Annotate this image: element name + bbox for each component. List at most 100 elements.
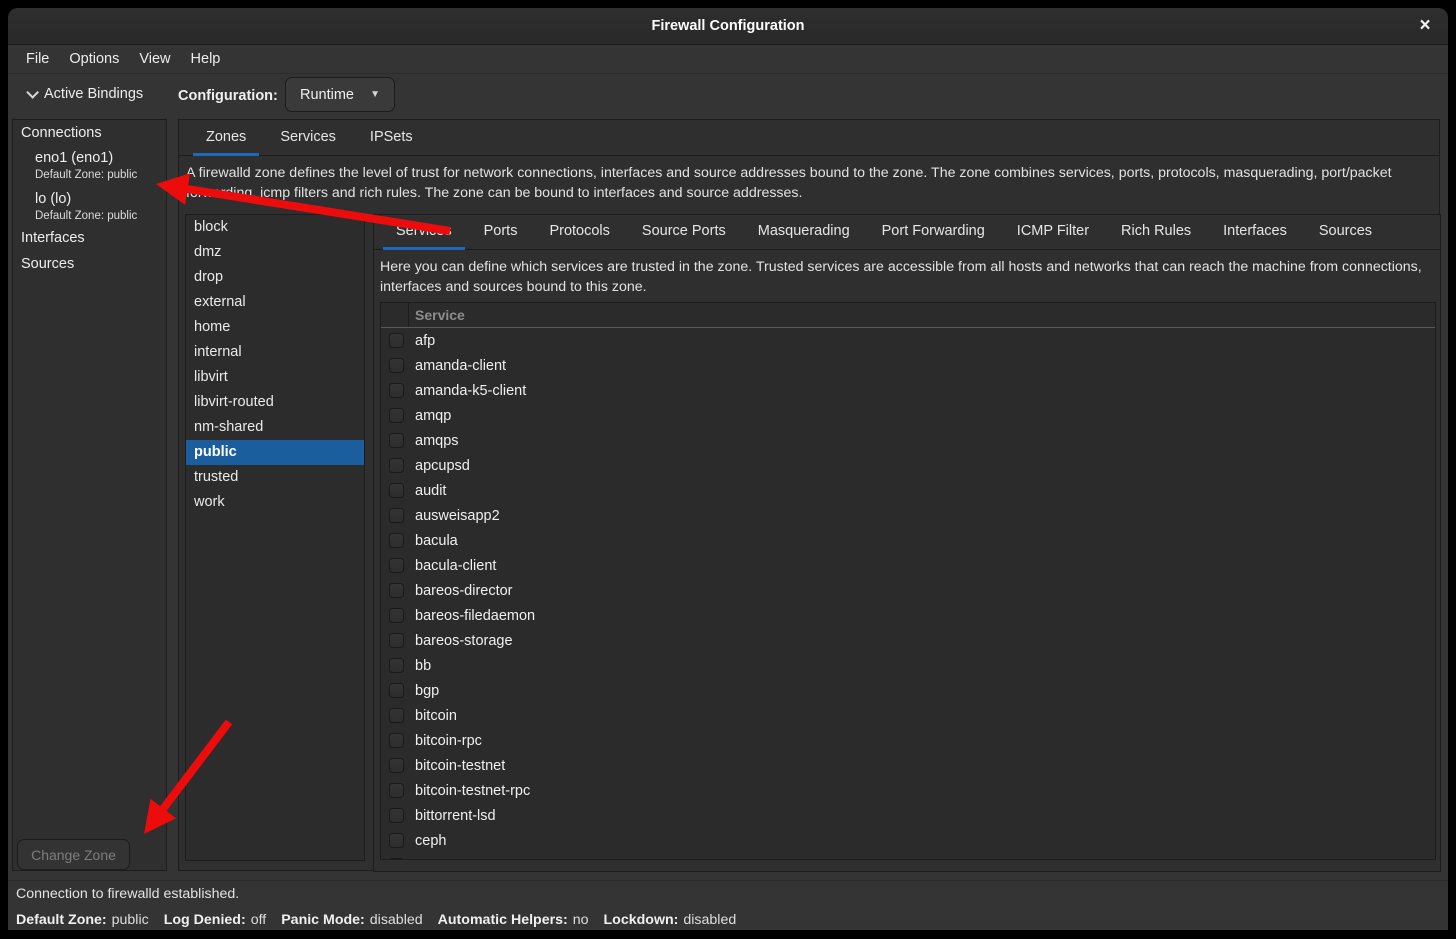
zone-item-libvirt[interactable]: libvirt — [186, 365, 364, 390]
service-name: bgp — [415, 683, 439, 699]
sidebar-item-sources[interactable]: Sources — [21, 254, 74, 274]
footer-value: no — [573, 912, 589, 928]
footer-value: public — [112, 912, 149, 928]
menu-help[interactable]: Help — [185, 49, 227, 69]
zone-item-drop[interactable]: drop — [186, 265, 364, 290]
zone-item-public[interactable]: public — [186, 440, 364, 465]
active-bindings-toggle[interactable]: Active Bindings — [26, 86, 143, 102]
table-row: bacula-client — [381, 553, 1435, 578]
zone-item-libvirt-routed[interactable]: libvirt-routed — [186, 390, 364, 415]
footer-value: off — [251, 912, 267, 928]
service-name: amanda-k5-client — [415, 383, 526, 399]
window-title: Firewall Configuration — [8, 8, 1448, 45]
connection-item[interactable]: lo (lo)Default Zone: public — [35, 189, 137, 224]
zone-tab-rich-rules[interactable]: Rich Rules — [1105, 215, 1207, 250]
service-checkbox[interactable] — [389, 558, 404, 573]
footer-statusline: Default Zone:publicLog Denied:offPanic M… — [8, 909, 1448, 930]
service-checkbox[interactable] — [389, 583, 404, 598]
service-checkbox[interactable] — [389, 833, 404, 848]
service-checkbox[interactable] — [389, 633, 404, 648]
zone-tab-masquerading[interactable]: Masquerading — [742, 215, 866, 250]
service-checkbox[interactable] — [389, 383, 404, 398]
service-checkbox[interactable] — [389, 358, 404, 373]
main-panel: ZonesServicesIPSets A firewalld zone def… — [178, 119, 1440, 871]
zone-item-dmz[interactable]: dmz — [186, 240, 364, 265]
table-row: bitcoin — [381, 703, 1435, 728]
zone-tab-protocols[interactable]: Protocols — [533, 215, 625, 250]
zone-item-external[interactable]: external — [186, 290, 364, 315]
tab-services[interactable]: Services — [263, 120, 353, 156]
service-checkbox[interactable] — [389, 483, 404, 498]
zone-tab-source-ports[interactable]: Source Ports — [626, 215, 742, 250]
toolbar-row: Active Bindings Configuration: Runtime ▼ — [8, 74, 1448, 119]
service-checkbox[interactable] — [389, 408, 404, 423]
zone-tab-interfaces[interactable]: Interfaces — [1207, 215, 1303, 250]
service-name: bitcoin-rpc — [415, 733, 482, 749]
service-checkbox[interactable] — [389, 533, 404, 548]
connection-item[interactable]: eno1 (eno1)Default Zone: public — [35, 148, 137, 183]
close-icon[interactable]: × — [1410, 12, 1440, 42]
titlebar[interactable]: Firewall Configuration × — [8, 8, 1448, 45]
connection-default-zone: Default Zone: public — [35, 168, 137, 183]
zone-item-internal[interactable]: internal — [186, 340, 364, 365]
tab-ipsets[interactable]: IPSets — [353, 120, 430, 156]
service-checkbox[interactable] — [389, 608, 404, 623]
menu-options[interactable]: Options — [63, 49, 125, 69]
footer-item: Log Denied:off — [164, 912, 267, 928]
zone-item-nm-shared[interactable]: nm-shared — [186, 415, 364, 440]
service-checkbox[interactable] — [389, 683, 404, 698]
table-row: bacula — [381, 528, 1435, 553]
zone-item-home[interactable]: home — [186, 315, 364, 340]
statusbar: Connection to firewalld established. — [8, 880, 1448, 906]
service-checkbox[interactable] — [389, 758, 404, 773]
service-checkbox[interactable] — [389, 733, 404, 748]
footer-item: Automatic Helpers:no — [438, 912, 589, 928]
tab-zones[interactable]: Zones — [189, 120, 263, 156]
connection-name: eno1 (eno1) — [35, 148, 137, 168]
service-name: ceph — [415, 833, 446, 849]
configuration-dropdown[interactable]: Runtime ▼ — [285, 77, 395, 112]
table-row: bareos-director — [381, 578, 1435, 603]
change-zone-button[interactable]: Change Zone — [17, 839, 130, 870]
table-row: bittorrent-lsd — [381, 803, 1435, 828]
zone-tabbar: ServicesPortsProtocolsSource PortsMasque… — [374, 215, 1440, 250]
service-name: bareos-director — [415, 583, 513, 599]
service-checkbox[interactable] — [389, 708, 404, 723]
table-row: bitcoin-rpc — [381, 728, 1435, 753]
status-message: Connection to firewalld established. — [16, 886, 239, 902]
service-checkbox[interactable] — [389, 858, 404, 860]
service-checkbox[interactable] — [389, 808, 404, 823]
menu-file[interactable]: File — [20, 49, 55, 69]
table-row: ausweisapp2 — [381, 503, 1435, 528]
service-checkbox[interactable] — [389, 458, 404, 473]
service-checkbox[interactable] — [389, 333, 404, 348]
zone-tab-services[interactable]: Services — [380, 215, 468, 250]
service-column-header[interactable]: Service — [381, 303, 1435, 328]
zone-item-trusted[interactable]: trusted — [186, 465, 364, 490]
zone-tab-ports[interactable]: Ports — [468, 215, 534, 250]
zone-tab-port-forwarding[interactable]: Port Forwarding — [866, 215, 1001, 250]
service-name: bitcoin — [415, 708, 457, 724]
service-name: afp — [415, 333, 435, 349]
zone-tab-sources[interactable]: Sources — [1303, 215, 1388, 250]
service-checkbox[interactable] — [389, 783, 404, 798]
zone-item-work[interactable]: work — [186, 490, 364, 515]
service-name: bacula — [415, 533, 458, 549]
zone-tab-icmp-filter[interactable]: ICMP Filter — [1001, 215, 1105, 250]
zone-item-block[interactable]: block — [186, 215, 364, 240]
footer-item: Panic Mode:disabled — [281, 912, 422, 928]
sidebar-item-interfaces[interactable]: Interfaces — [21, 228, 85, 248]
chevron-down-icon — [26, 86, 39, 99]
menu-view[interactable]: View — [133, 49, 176, 69]
footer-value: disabled — [683, 912, 736, 928]
service-checkbox[interactable] — [389, 658, 404, 673]
sidebar-item-connections[interactable]: Connections — [21, 123, 102, 143]
service-name: ausweisapp2 — [415, 508, 500, 524]
services-description: Here you can define which services are t… — [380, 258, 1430, 297]
service-checkbox[interactable] — [389, 433, 404, 448]
service-checkbox[interactable] — [389, 508, 404, 523]
table-row: amqp — [381, 403, 1435, 428]
configuration-value: Runtime — [300, 87, 354, 103]
service-name: bareos-storage — [415, 633, 513, 649]
service-name: bittorrent-lsd — [415, 808, 496, 824]
